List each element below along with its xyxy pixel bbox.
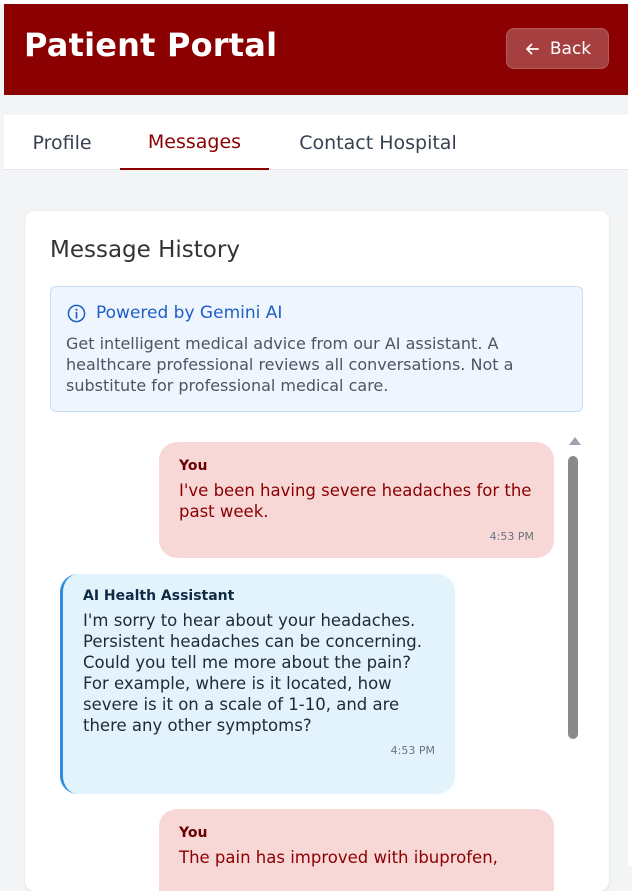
message-time: 4:53 PM <box>489 530 534 543</box>
message-history-card: Message History Powered by Gemini AI Get… <box>25 211 609 891</box>
chat-scrollbar[interactable] <box>566 436 581 891</box>
message-user: You The pain has improved with ibuprofen… <box>159 809 554 891</box>
message-ai: AI Health Assistant I'm sorry to hear ab… <box>60 574 455 794</box>
ai-info-notice: Powered by Gemini AI Get intelligent med… <box>50 286 583 412</box>
page-title: Patient Portal <box>24 26 278 64</box>
tab-profile[interactable]: Profile <box>4 115 120 170</box>
scrollbar-thumb[interactable] <box>568 456 578 739</box>
message-sender: You <box>179 825 208 841</box>
message-time: 4:53 PM <box>390 744 435 757</box>
message-text: The pain has improved with ibuprofen, <box>179 848 498 867</box>
card-title: Message History <box>50 237 240 263</box>
info-text: Get intelligent medical advice from our … <box>66 334 514 395</box>
tab-bar: Profile Messages Contact Hospital <box>4 115 628 170</box>
message-text: I'm sorry to hear about your headaches. … <box>83 611 423 735</box>
tab-contact-hospital[interactable]: Contact Hospital <box>269 115 487 170</box>
back-button-label: Back <box>549 38 592 59</box>
message-text: I've been having severe headaches for th… <box>179 481 532 521</box>
message-sender: You <box>179 458 208 474</box>
scroll-up-arrow-icon[interactable] <box>569 437 581 445</box>
message-sender: AI Health Assistant <box>83 588 235 604</box>
message-list[interactable]: You I've been having severe headaches fo… <box>25 441 609 891</box>
back-button[interactable]: Back <box>506 28 609 69</box>
info-title: Powered by Gemini AI <box>96 303 283 323</box>
message-user: You I've been having severe headaches fo… <box>159 442 554 558</box>
info-heading: Powered by Gemini AI <box>67 303 282 323</box>
info-icon <box>67 304 86 322</box>
arrow-left-icon <box>525 43 539 54</box>
right-border <box>628 0 632 866</box>
tab-messages[interactable]: Messages <box>120 115 269 170</box>
app-header: Patient Portal Back <box>4 4 628 95</box>
